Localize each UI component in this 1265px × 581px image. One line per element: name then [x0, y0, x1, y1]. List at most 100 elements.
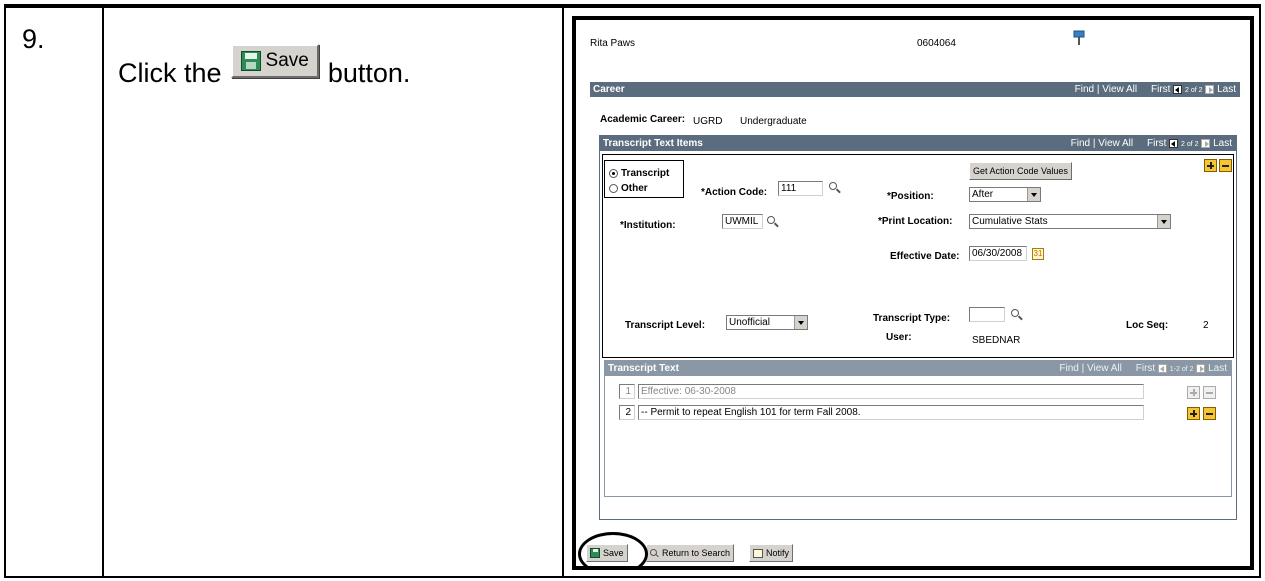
radio-transcript-label: Transcript — [621, 168, 670, 179]
position-label: *Position: — [887, 191, 934, 202]
text-first-link[interactable]: First — [1136, 363, 1155, 374]
return-to-search-button[interactable]: Return to Search — [646, 544, 735, 562]
items-prev-icon[interactable] — [1169, 138, 1179, 148]
transcript-text-header-bar: Transcript Text Find | View All First 1-… — [605, 361, 1231, 376]
student-name: Rita Paws — [590, 38, 636, 49]
text-row-1-text: Effective: 06-30-2008 — [638, 384, 1144, 399]
transcript-items-header-bar: Transcript Text Items Find | View All Fi… — [600, 136, 1236, 151]
transcript-level-value: Unofficial — [729, 317, 770, 328]
step-instruction: Click the Save button. — [118, 44, 411, 90]
transcript-text-frame — [604, 360, 1232, 497]
action-code-lookup-icon[interactable] — [829, 182, 841, 194]
text-row-2-delete-icon[interactable] — [1203, 407, 1216, 420]
student-id: 0604064 — [917, 38, 956, 49]
items-find-link[interactable]: Find — [1071, 138, 1090, 149]
print-location-select[interactable]: Cumulative Stats — [969, 214, 1171, 229]
career-prev-icon[interactable] — [1173, 84, 1183, 94]
radio-other[interactable]: Other — [609, 183, 648, 194]
radio-other-dot[interactable] — [609, 183, 618, 193]
effective-date-field[interactable]: 06/30/2008 — [969, 246, 1027, 261]
table-border-right — [1259, 4, 1261, 578]
table-border-top — [4, 4, 1261, 8]
transcript-level-select[interactable]: Unofficial — [726, 315, 808, 330]
print-location-label: *Print Location: — [878, 216, 953, 227]
career-last-link: Last — [1217, 84, 1236, 95]
chevron-down-icon[interactable] — [1157, 215, 1170, 228]
career-next-icon — [1205, 84, 1215, 94]
transcript-type-lookup-icon[interactable] — [1011, 309, 1023, 321]
search-icon — [650, 548, 659, 558]
position-select[interactable]: After — [969, 187, 1041, 202]
career-first-link[interactable]: First — [1151, 84, 1170, 95]
items-first-link[interactable]: First — [1147, 138, 1166, 149]
institution-lookup-icon[interactable] — [767, 216, 779, 228]
radio-transcript[interactable]: Transcript — [609, 168, 669, 179]
effective-date-label: Effective Date: — [890, 251, 960, 262]
action-code-field[interactable]: 111 — [778, 181, 823, 196]
delete-row-icon[interactable] — [1219, 159, 1232, 172]
career-header-bar: Career Find | View All First 2 of 2 Last — [590, 82, 1240, 97]
institution-field[interactable]: UWMIL — [722, 214, 763, 229]
career-counter: 2 of 2 — [1185, 87, 1203, 94]
career-view-all-link[interactable]: View All — [1102, 84, 1137, 95]
text-find-link[interactable]: Find — [1059, 363, 1078, 374]
table-border-col2 — [562, 4, 564, 578]
loc-seq-label: Loc Seq: — [1126, 320, 1169, 331]
transcript-items-pager: Find | View All First 2 of 2 Last — [1070, 138, 1232, 149]
loc-seq-value: 2 — [1203, 320, 1209, 331]
get-action-code-values-button[interactable]: Get Action Code Values — [969, 162, 1072, 180]
save-button-highlight-ellipse — [578, 532, 648, 566]
chevron-down-icon[interactable] — [794, 316, 807, 329]
transcript-type-label: Transcript Type: — [873, 313, 951, 324]
instruction-save-button-image: Save — [230, 44, 319, 78]
notify-button[interactable]: Notify — [749, 544, 794, 562]
table-border-col1 — [102, 4, 104, 578]
calendar-icon[interactable]: 31 — [1032, 248, 1044, 260]
career-pager: Find | View All First 2 of 2 Last — [1074, 84, 1236, 95]
transcript-type-field[interactable] — [969, 307, 1005, 322]
text-view-all-link[interactable]: View All — [1087, 363, 1122, 374]
return-to-search-label: Return to Search — [662, 548, 731, 558]
chevron-down-icon[interactable] — [1027, 188, 1040, 201]
transcript-text-pager: Find | View All First 1-2 of 2 Last — [1059, 363, 1227, 374]
items-view-all-link[interactable]: View All — [1098, 138, 1133, 149]
text-next-icon — [1196, 363, 1206, 373]
text-row-1-delete-icon — [1203, 386, 1216, 399]
app-screenshot: Rita Paws 0604064 Career Find | View All… — [572, 16, 1254, 570]
transcript-text-title: Transcript Text — [608, 363, 679, 374]
user-value: SBEDNAR — [972, 335, 1021, 346]
pin-icon[interactable] — [1072, 30, 1086, 46]
career-title: Career — [593, 84, 625, 95]
instruction-text-before: Click the — [118, 57, 222, 88]
instruction-text-after: button. — [327, 57, 411, 88]
career-find-link[interactable]: Find — [1075, 84, 1094, 95]
transcript-items-title: Transcript Text Items — [603, 138, 703, 149]
get-action-code-values-label: Get Action Code Values — [973, 166, 1068, 176]
text-row-2-seq[interactable]: 2 — [619, 405, 635, 420]
notify-label: Notify — [766, 548, 790, 558]
user-label: User: — [886, 332, 912, 343]
text-last-link: Last — [1208, 363, 1227, 374]
institution-label: *Institution: — [620, 220, 676, 231]
items-next-icon — [1201, 138, 1211, 148]
text-row-1-add-icon — [1187, 386, 1200, 399]
academic-career-code: UGRD — [693, 116, 723, 127]
notify-icon — [753, 548, 763, 558]
position-value: After — [972, 189, 994, 200]
action-code-label: *Action Code: — [701, 187, 768, 198]
radio-other-label: Other — [621, 183, 648, 194]
text-row-1-seq: 1 — [619, 384, 635, 399]
text-row-2-add-icon[interactable] — [1187, 407, 1200, 420]
instruction-save-label: Save — [265, 50, 309, 71]
text-row-2-text[interactable]: -- Permit to repeat English 101 for term… — [638, 405, 1144, 420]
academic-career-label: Academic Career: — [600, 114, 686, 125]
items-last-link: Last — [1213, 138, 1232, 149]
radio-transcript-dot[interactable] — [609, 168, 618, 178]
academic-career-description: Undergraduate — [740, 116, 807, 127]
text-prev-icon — [1158, 363, 1167, 373]
table-border-left — [4, 4, 6, 578]
text-counter: 1-2 of 2 — [1169, 366, 1194, 373]
floppy-disk-icon — [240, 51, 261, 71]
print-location-value: Cumulative Stats — [972, 216, 1048, 227]
add-row-icon[interactable] — [1204, 159, 1217, 172]
